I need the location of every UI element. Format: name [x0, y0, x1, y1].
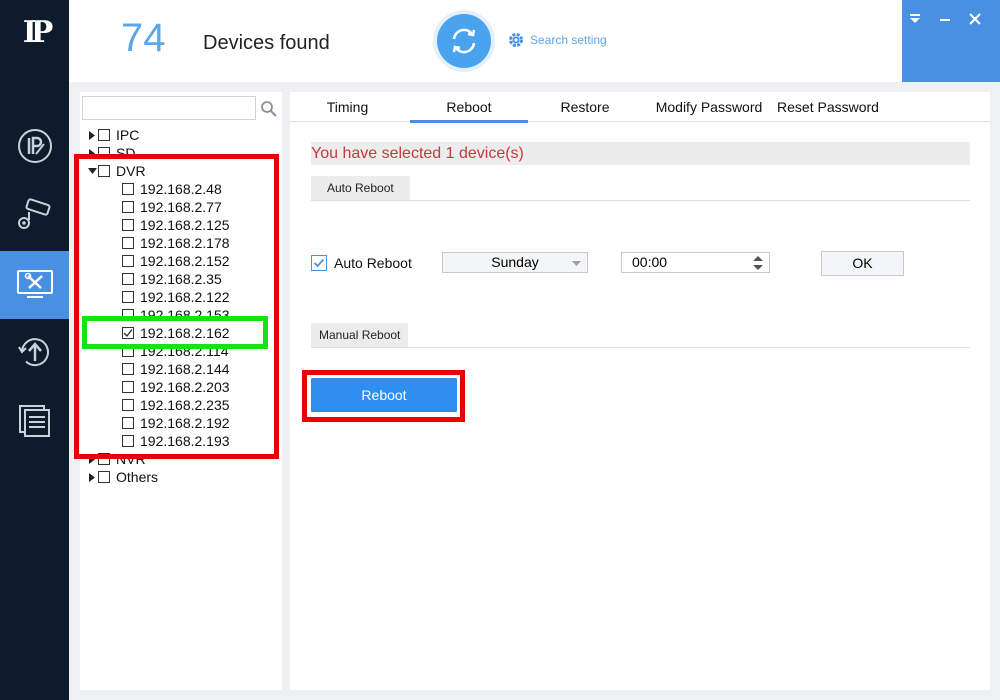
- app-window: IP 74 Devices found Search setting IPC S…: [0, 0, 1000, 700]
- close-button[interactable]: [964, 8, 986, 30]
- checkmark-icon: [313, 258, 325, 268]
- tab-bar: Timing Reboot Restore Modify Password Re…: [290, 92, 990, 123]
- header-bar: 74 Devices found Search setting: [69, 0, 1000, 82]
- time-value: 00:00: [632, 254, 668, 270]
- app-logo: IP: [22, 15, 54, 50]
- reboot-button-highlight-box: [302, 370, 465, 422]
- minimize-icon: [940, 19, 950, 21]
- sidebar-item-camera-settings[interactable]: [0, 180, 69, 248]
- refresh-button[interactable]: [437, 14, 491, 68]
- group-checkbox[interactable]: [98, 129, 110, 141]
- tree-group-ipc[interactable]: IPC: [86, 126, 139, 144]
- ip-icon: [17, 129, 52, 163]
- document-icon: [18, 405, 50, 437]
- tree-group-others[interactable]: Others: [86, 468, 158, 486]
- section-divider: [311, 347, 970, 348]
- manual-reboot-section-title: Manual Reboot: [311, 323, 409, 347]
- auto-reboot-checkbox[interactable]: [311, 255, 327, 271]
- close-icon: [969, 13, 981, 25]
- sidebar-item-tools[interactable]: [0, 251, 69, 319]
- sidebar-item-upgrade[interactable]: [0, 318, 69, 386]
- menu-dropdown-button[interactable]: [904, 8, 926, 30]
- search-button[interactable]: [260, 100, 278, 123]
- tab-modify-password[interactable]: Modify Password: [648, 92, 770, 122]
- selected-devices-message: You have selected 1 device(s): [311, 142, 970, 165]
- time-spinner-input[interactable]: 00:00: [621, 252, 770, 273]
- upgrade-icon: [17, 338, 49, 367]
- chevron-down-icon: [572, 261, 581, 266]
- refresh-icon: [452, 28, 476, 54]
- tree-group-label: IPC: [116, 127, 140, 143]
- sidebar-item-document[interactable]: [0, 386, 69, 454]
- sidebar: IP: [0, 0, 69, 700]
- search-setting-link[interactable]: Search setting: [507, 31, 607, 49]
- tab-timing[interactable]: Timing: [290, 92, 405, 122]
- sidebar-item-ip[interactable]: [0, 112, 69, 180]
- auto-reboot-section-title: Auto Reboot: [311, 176, 410, 200]
- selected-device-highlight-box: [82, 316, 268, 349]
- day-select[interactable]: Sunday: [442, 252, 588, 273]
- tools-icon: [16, 270, 53, 298]
- day-select-value: Sunday: [491, 254, 539, 270]
- expand-arrow-icon[interactable]: [86, 468, 98, 486]
- camera-settings-icon: [17, 198, 50, 229]
- tab-reset-password[interactable]: Reset Password: [772, 92, 884, 122]
- device-search-input[interactable]: [82, 96, 256, 120]
- tab-restore[interactable]: Restore: [528, 92, 642, 122]
- device-count: 74: [121, 16, 166, 60]
- search-icon: [261, 101, 277, 117]
- section-divider: [311, 200, 970, 201]
- search-setting-label: Search setting: [530, 33, 607, 47]
- spinner-arrows-icon[interactable]: [753, 256, 763, 270]
- dvr-highlight-box: [74, 154, 279, 459]
- tab-reboot[interactable]: Reboot: [410, 92, 528, 123]
- tree-group-label: Others: [116, 469, 159, 485]
- group-checkbox[interactable]: [98, 471, 110, 483]
- window-controls: [902, 0, 1000, 82]
- gear-icon: [509, 33, 523, 47]
- expand-arrow-icon[interactable]: [86, 126, 98, 144]
- menu-dropdown-icon: [910, 14, 920, 23]
- ok-button[interactable]: OK: [821, 251, 904, 276]
- devices-found-label: Devices found: [203, 32, 330, 54]
- auto-reboot-label: Auto Reboot: [334, 255, 412, 271]
- minimize-button[interactable]: [934, 8, 956, 30]
